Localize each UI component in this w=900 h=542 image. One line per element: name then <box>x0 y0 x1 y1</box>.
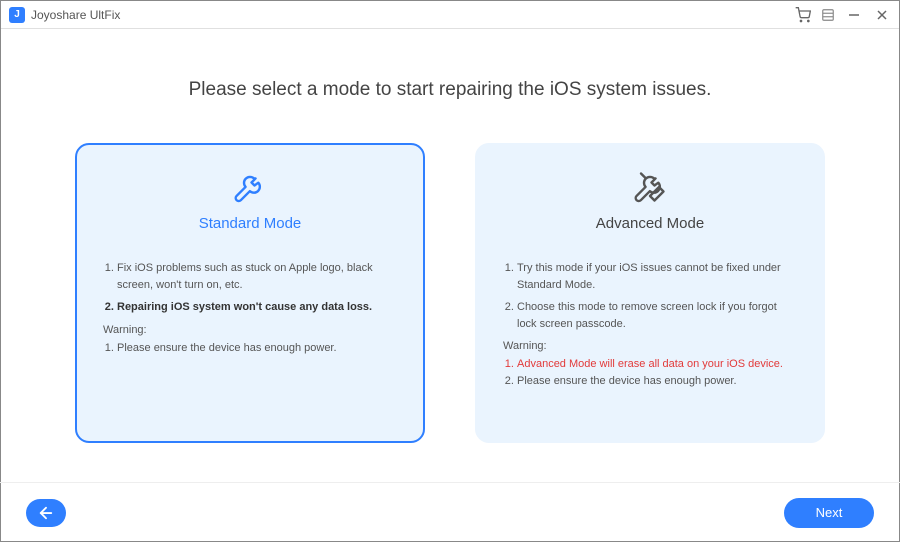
standard-item-2: Repairing iOS system won't cause any dat… <box>117 299 397 316</box>
back-button[interactable] <box>26 499 66 527</box>
advanced-mode-list: Try this mode if your iOS issues cannot … <box>503 260 797 332</box>
standard-warning-label: Warning: <box>103 324 397 336</box>
minimize-button[interactable] <box>845 6 863 24</box>
wrench-icon <box>103 169 397 205</box>
tools-icon <box>503 169 797 205</box>
advanced-warning-2: Please ensure the device has enough powe… <box>517 373 797 390</box>
close-button[interactable] <box>873 6 891 24</box>
advanced-mode-title: Advanced Mode <box>503 215 797 232</box>
cart-icon[interactable] <box>795 7 811 23</box>
footer: Next <box>0 482 900 542</box>
main-content: Please select a mode to start repairing … <box>1 29 899 481</box>
next-button[interactable]: Next <box>784 498 874 528</box>
standard-warning-1: Please ensure the device has enough powe… <box>117 340 397 357</box>
mode-card-advanced[interactable]: Advanced Mode Try this mode if your iOS … <box>475 143 825 443</box>
standard-item-1: Fix iOS problems such as stuck on Apple … <box>117 260 397 293</box>
advanced-warning-1: Advanced Mode will erase all data on you… <box>517 356 797 373</box>
advanced-warning-list: Advanced Mode will erase all data on you… <box>503 356 797 389</box>
mode-cards: Standard Mode Fix iOS problems such as s… <box>61 143 839 443</box>
advanced-item-2: Choose this mode to remove screen lock i… <box>517 299 797 332</box>
advanced-warning-label: Warning: <box>503 340 797 352</box>
advanced-item-1: Try this mode if your iOS issues cannot … <box>517 260 797 293</box>
app-title: Joyoshare UltFix <box>31 8 795 22</box>
standard-mode-list: Fix iOS problems such as stuck on Apple … <box>103 260 397 316</box>
page-title: Please select a mode to start repairing … <box>61 79 839 101</box>
titlebar: J Joyoshare UltFix <box>1 1 899 29</box>
mode-card-standard[interactable]: Standard Mode Fix iOS problems such as s… <box>75 143 425 443</box>
app-icon: J <box>9 7 25 23</box>
standard-mode-title: Standard Mode <box>103 215 397 232</box>
menu-icon[interactable] <box>821 8 835 22</box>
standard-warning-list: Please ensure the device has enough powe… <box>103 340 397 357</box>
